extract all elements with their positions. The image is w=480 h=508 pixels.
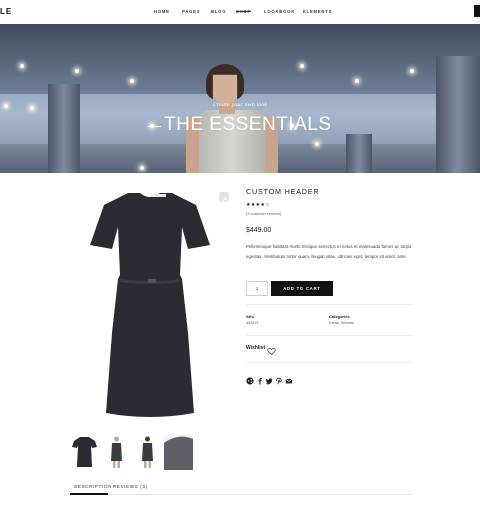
dress-thumbnail[interactable] [70, 435, 99, 470]
nav-item-elements[interactable]: ELEMENTS [303, 9, 332, 14]
hero-title: THE ESSENTIALS [164, 114, 332, 135]
add-to-cart-button[interactable]: ADD TO CART [271, 281, 333, 296]
product-tabs: DESCRIPTION REVIEWS (3) [70, 479, 412, 495]
email-icon[interactable] [285, 372, 293, 384]
model-back-thumbnail[interactable] [133, 435, 162, 470]
nav-item-shop[interactable]: SHOP [236, 9, 251, 14]
nav-item-pages[interactable]: PAGES [182, 9, 200, 14]
quantity-input[interactable]: 1 [246, 281, 268, 296]
ceiling-light [140, 166, 144, 170]
dress-image [90, 193, 210, 417]
ceiling-light [300, 64, 304, 68]
sku-value: 432671 [246, 321, 259, 325]
product-title: CUSTOM HEADER [246, 187, 320, 196]
tab-reviews[interactable]: REVIEWS (3) [113, 484, 148, 489]
ceiling-light [20, 64, 24, 68]
heart-icon[interactable] [267, 343, 276, 356]
hero-pillar [436, 56, 480, 173]
divider [246, 304, 412, 305]
review-count-link[interactable]: (3 customer reviews) [246, 212, 281, 216]
nav-item-home[interactable]: HOME [154, 9, 170, 14]
wishlist-label[interactable]: Wishlist [246, 345, 265, 351]
ceiling-light [315, 142, 319, 146]
product-main-image[interactable] [70, 183, 230, 430]
site-header: LE HOME PAGES BLOG SHOP LOOKBOOK ELEMENT… [0, 0, 480, 24]
divider [246, 335, 412, 336]
pinterest-icon[interactable] [275, 372, 283, 385]
model-front-thumbnail[interactable] [102, 435, 131, 470]
main-navigation: HOME PAGES BLOG SHOP LOOKBOOK ELEMENTS [0, 9, 480, 17]
hero-pillar [48, 84, 80, 173]
ceiling-light [410, 69, 414, 73]
header-menu-button[interactable] [474, 5, 480, 17]
facebook-icon[interactable] [256, 372, 264, 385]
fabric-detail-thumbnail[interactable] [163, 435, 194, 470]
categories-value[interactable]: Dress, Women [329, 321, 354, 325]
product-price: $449.00 [246, 227, 272, 234]
hero-title-dash [148, 126, 161, 127]
nav-item-lookbook[interactable]: LOOKBOOK [264, 9, 295, 14]
ceiling-light [75, 69, 79, 73]
tab-description[interactable]: DESCRIPTION [74, 484, 112, 489]
ceiling-light [130, 79, 134, 83]
star-rating: ★★★★☆ [246, 202, 270, 208]
ceiling-light [355, 79, 359, 83]
hero-banner: Create your own look THE ESSENTIALS [0, 24, 480, 173]
categories-label: Categories [329, 314, 350, 319]
hero-pillar [346, 134, 372, 173]
product-short-description: Pellentesque habitant morbi tristique se… [246, 244, 412, 259]
zoom-icon[interactable] [219, 192, 229, 203]
nav-item-blog[interactable]: BLOG [211, 9, 226, 14]
sku-label: SKU [246, 314, 255, 319]
hero-tagline: Create your own look [212, 102, 268, 108]
divider [246, 362, 412, 363]
active-tab-indicator [70, 493, 108, 495]
share-icon[interactable] [246, 372, 254, 385]
twitter-icon[interactable] [265, 372, 273, 385]
